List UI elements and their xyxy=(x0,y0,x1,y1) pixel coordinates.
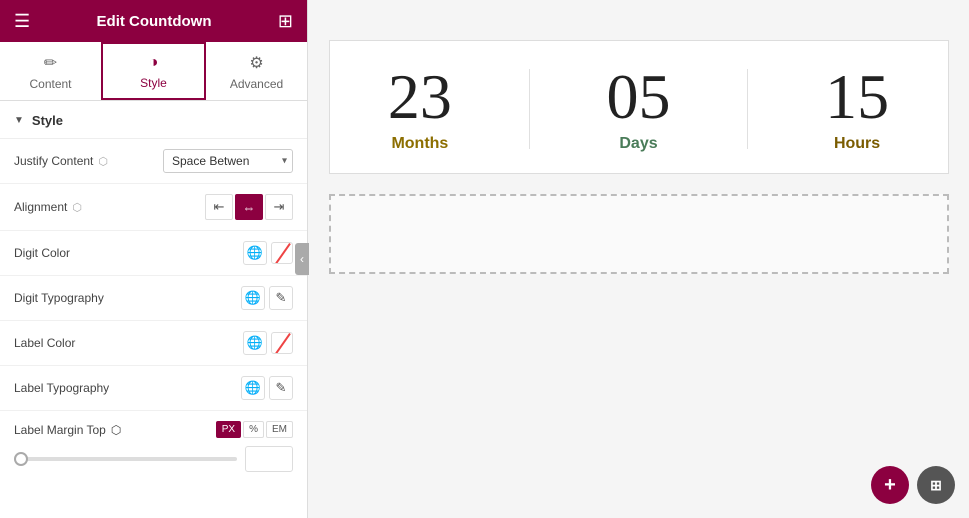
countdown-days-digit: 05 xyxy=(606,65,670,129)
countdown-hours-digit: 15 xyxy=(825,65,889,129)
countdown-item-days: 05 Days xyxy=(606,65,670,153)
tab-style[interactable]: ◑ Style xyxy=(101,42,206,100)
alignment-monitor-icon: ⬡ xyxy=(72,201,82,214)
digit-color-row: Digit Color 🌐 xyxy=(0,231,307,276)
gear-icon: ⚙ xyxy=(249,53,263,73)
label-margin-top-section: Label Margin Top ⬡ PX % EM xyxy=(0,411,307,482)
digit-typography-edit-icon[interactable]: ✎ xyxy=(269,286,293,310)
digit-color-global-icon[interactable]: 🌐 xyxy=(243,241,267,265)
tab-advanced-label: Advanced xyxy=(230,77,283,91)
tab-advanced[interactable]: ⚙ Advanced xyxy=(206,42,307,100)
bottom-action-buttons: + ⊞ xyxy=(871,466,955,504)
tab-content-label: Content xyxy=(29,77,71,91)
align-center-button[interactable]: ⇔ xyxy=(235,194,263,220)
panel-collapse-arrow[interactable]: ‹ xyxy=(295,243,309,275)
label-color-controls: 🌐 xyxy=(243,331,293,355)
countdown-separator-2 xyxy=(747,69,748,149)
align-right-icon: ⇥ xyxy=(274,199,285,215)
label-color-row: Label Color 🌐 xyxy=(0,321,307,366)
panel-header: ☰ Edit Countdown ⊞ xyxy=(0,0,307,42)
digit-color-swatch[interactable] xyxy=(271,242,293,264)
unit-percent-button[interactable]: % xyxy=(243,421,264,438)
digit-typography-row: Digit Typography 🌐 ✎ xyxy=(0,276,307,321)
left-panel: ☰ Edit Countdown ⊞ ✏ Content ◑ Style ⚙ A… xyxy=(0,0,308,518)
label-typography-controls: 🌐 ✎ xyxy=(241,376,293,400)
countdown-item-months: 23 Months xyxy=(388,65,452,153)
tab-content[interactable]: ✏ Content xyxy=(0,42,101,100)
countdown-months-digit: 23 xyxy=(388,65,452,129)
digit-typography-controls: 🌐 ✎ xyxy=(241,286,293,310)
alignment-buttons: ⇤ ⇔ ⇥ xyxy=(205,194,293,220)
alignment-label: Alignment ⬡ xyxy=(14,200,82,214)
justify-content-select[interactable]: Space Betwen Space Around Space Evenly F… xyxy=(163,149,293,173)
digit-typography-text: Digit Typography xyxy=(14,291,104,305)
add-element-button[interactable]: + xyxy=(871,466,909,504)
label-color-global-icon[interactable]: 🌐 xyxy=(243,331,267,355)
justify-content-controls: Space Betwen Space Around Space Evenly F… xyxy=(163,149,293,173)
unit-em-button[interactable]: EM xyxy=(266,421,293,438)
empty-dashed-placeholder xyxy=(329,194,949,274)
label-typography-label: Label Typography xyxy=(14,381,109,395)
label-typography-edit-icon[interactable]: ✎ xyxy=(269,376,293,400)
justify-monitor-icon: ⬡ xyxy=(98,155,108,168)
align-left-button[interactable]: ⇤ xyxy=(205,194,233,220)
countdown-widget: 23 Months 05 Days 15 Hours xyxy=(329,40,949,174)
label-color-swatch[interactable] xyxy=(271,332,293,354)
justify-content-text: Justify Content xyxy=(14,154,93,168)
halfcircle-icon: ◑ xyxy=(149,54,159,72)
main-canvas: 23 Months 05 Days 15 Hours + ⊞ xyxy=(308,0,969,518)
align-left-icon: ⇤ xyxy=(214,199,225,215)
unit-px-button[interactable]: PX xyxy=(216,421,241,438)
tabs-row: ✏ Content ◑ Style ⚙ Advanced xyxy=(0,42,307,101)
label-color-label: Label Color xyxy=(14,336,75,350)
style-section-label: Style xyxy=(32,113,63,128)
countdown-months-label: Months xyxy=(391,135,448,153)
margin-unit-buttons: PX % EM xyxy=(216,421,293,438)
label-margin-top-label: Label Margin Top ⬡ xyxy=(14,423,121,437)
label-typography-global-icon[interactable]: 🌐 xyxy=(241,376,265,400)
margin-monitor-icon: ⬡ xyxy=(111,423,121,437)
digit-typography-label: Digit Typography xyxy=(14,291,104,305)
countdown-separator-1 xyxy=(529,69,530,149)
justify-content-row: Justify Content ⬡ Space Betwen Space Aro… xyxy=(0,139,307,184)
hamburger-icon[interactable]: ☰ xyxy=(14,11,30,32)
pencil-icon: ✏ xyxy=(44,53,57,73)
justify-content-label: Justify Content ⬡ xyxy=(14,154,108,168)
label-margin-top-text: Label Margin Top xyxy=(14,423,106,437)
countdown-hours-label: Hours xyxy=(834,135,880,153)
grid-view-button[interactable]: ⊞ xyxy=(917,466,955,504)
margin-top-slider[interactable] xyxy=(14,457,237,461)
label-margin-top-header: Label Margin Top ⬡ PX % EM xyxy=(14,421,293,438)
justify-dropdown-wrapper: Space Betwen Space Around Space Evenly F… xyxy=(163,149,293,173)
digit-color-label: Digit Color xyxy=(14,246,70,260)
style-section-header: ▼ Style xyxy=(0,101,307,139)
alignment-row: Alignment ⬡ ⇤ ⇔ ⇥ xyxy=(0,184,307,231)
digit-color-controls: 🌐 xyxy=(243,241,293,265)
collapse-arrow-icon[interactable]: ▼ xyxy=(14,115,24,126)
countdown-item-hours: 15 Hours xyxy=(825,65,889,153)
grid-icon[interactable]: ⊞ xyxy=(278,11,293,32)
alignment-text: Alignment xyxy=(14,200,67,214)
margin-slider-row xyxy=(14,446,293,472)
digit-typography-global-icon[interactable]: 🌐 xyxy=(241,286,265,310)
label-color-text: Label Color xyxy=(14,336,75,350)
digit-color-text: Digit Color xyxy=(14,246,70,260)
panel-content: ▼ Style Justify Content ⬡ Space Betwen S… xyxy=(0,101,307,518)
align-center-icon: ⇔ xyxy=(243,200,256,215)
tab-style-label: Style xyxy=(140,76,167,90)
margin-top-input[interactable] xyxy=(245,446,293,472)
label-typography-text: Label Typography xyxy=(14,381,109,395)
countdown-days-label: Days xyxy=(619,135,657,153)
panel-title: Edit Countdown xyxy=(97,13,212,30)
label-typography-row: Label Typography 🌐 ✎ xyxy=(0,366,307,411)
align-right-button[interactable]: ⇥ xyxy=(265,194,293,220)
